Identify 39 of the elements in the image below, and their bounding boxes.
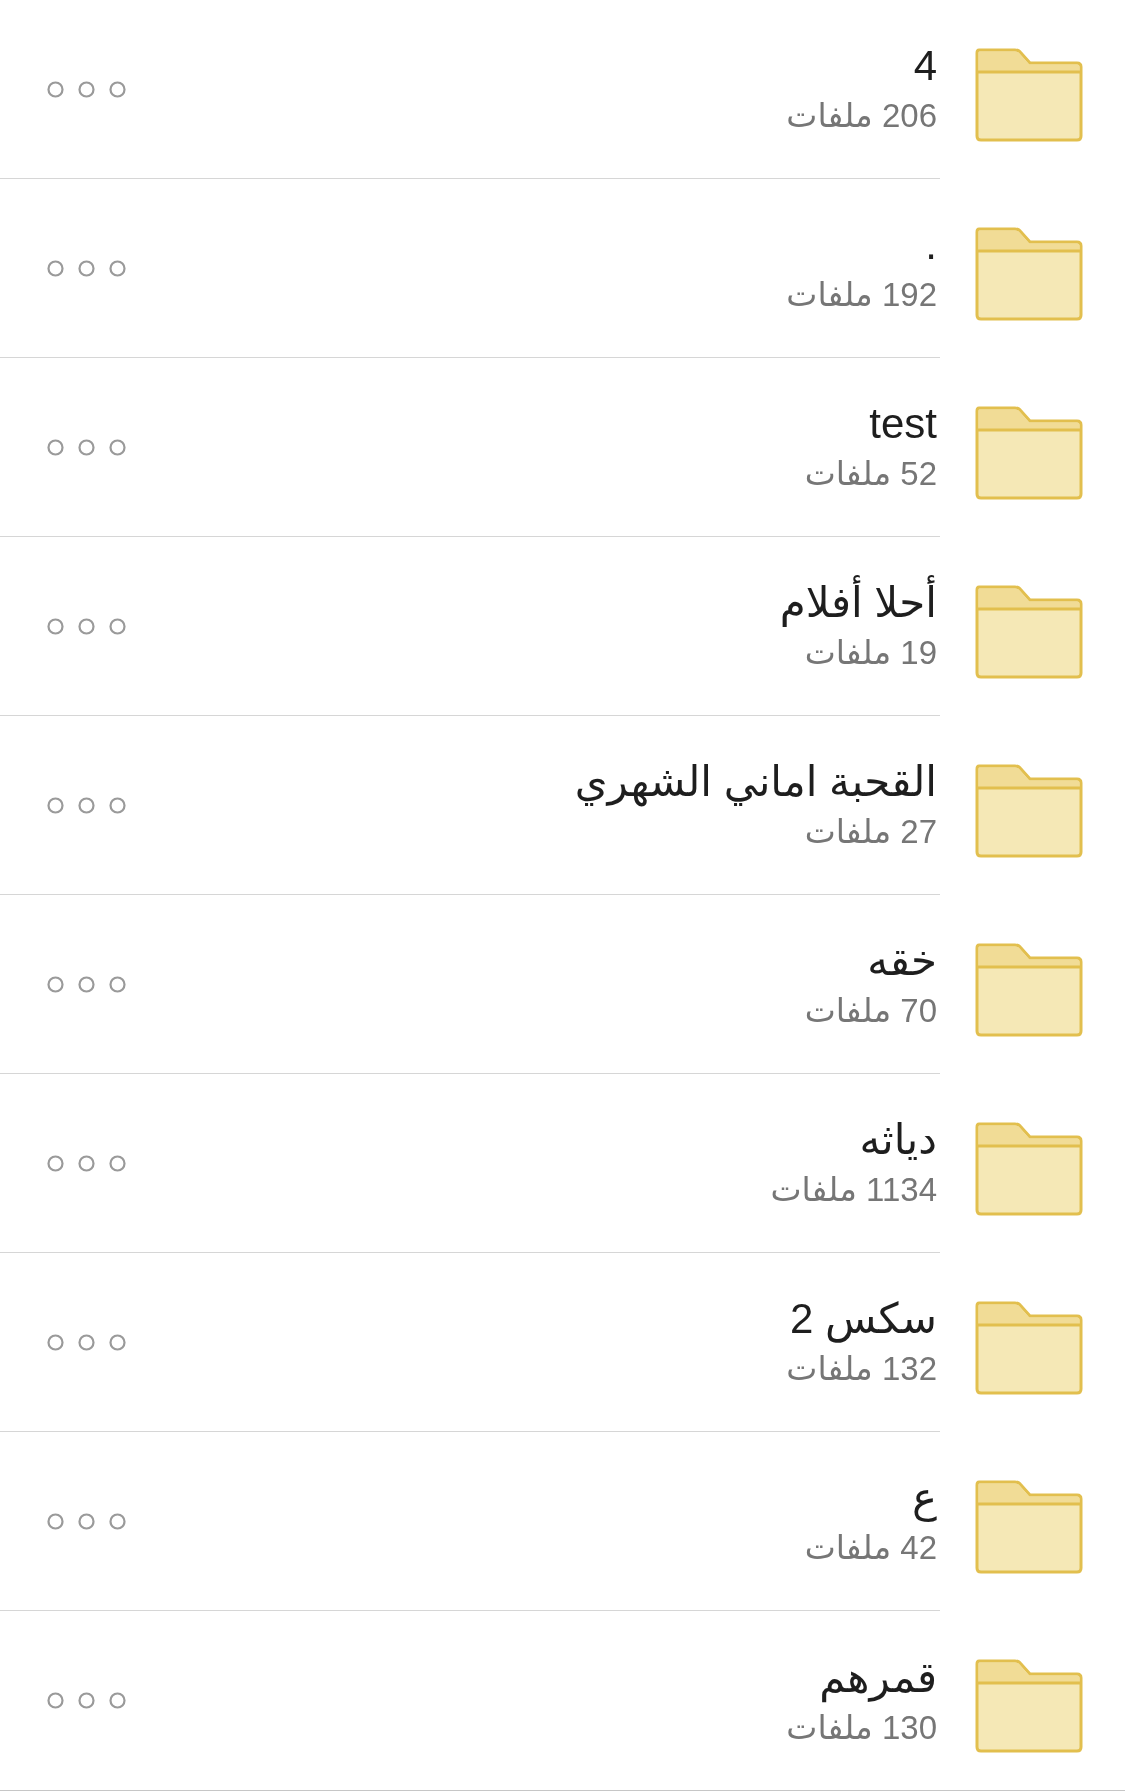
folder-name: دياثه [859,1115,937,1165]
ellipsis-icon [47,1154,126,1172]
file-count: 52 ملفات [804,454,937,494]
file-count: 42 ملفات [804,1528,937,1568]
more-button[interactable] [47,80,126,98]
folder-name: قمرهم [819,1652,937,1703]
file-count: 70 ملفات [804,991,937,1031]
ellipsis-icon [47,438,126,456]
folder-name: . [925,220,937,270]
ellipsis-icon [47,1333,126,1351]
folder-name: ع [911,1473,937,1523]
more-button[interactable] [47,1692,126,1709]
more-button[interactable] [47,1512,126,1530]
file-count: 1134 ملفات [770,1170,937,1210]
more-button[interactable] [47,975,126,993]
folder-name: خقه [867,936,937,986]
folder-name: 4 [913,41,937,91]
folder-name: test [869,399,937,449]
more-button[interactable] [47,1154,126,1172]
file-count: 130 ملفات [786,1707,937,1748]
more-button[interactable] [47,1333,126,1351]
ellipsis-icon [47,259,126,277]
more-button[interactable] [47,438,126,456]
ellipsis-icon [47,80,126,98]
file-count: 19 ملفات [804,633,937,673]
more-button[interactable] [47,617,126,635]
folder-name: القحبة اماني الشهري [574,757,937,807]
ellipsis-icon [47,975,126,993]
ellipsis-icon [47,1692,126,1709]
file-count: 206 ملفات [786,96,937,136]
file-count: 192 ملفات [786,275,937,315]
ellipsis-icon [47,796,126,814]
ellipsis-icon [47,1512,126,1530]
more-button[interactable] [47,259,126,277]
file-count: 132 ملفات [786,1349,937,1389]
folder-name: سكس 2 [790,1294,937,1344]
ellipsis-icon [47,617,126,635]
more-button[interactable] [47,796,126,814]
file-count: 27 ملفات [804,812,937,852]
